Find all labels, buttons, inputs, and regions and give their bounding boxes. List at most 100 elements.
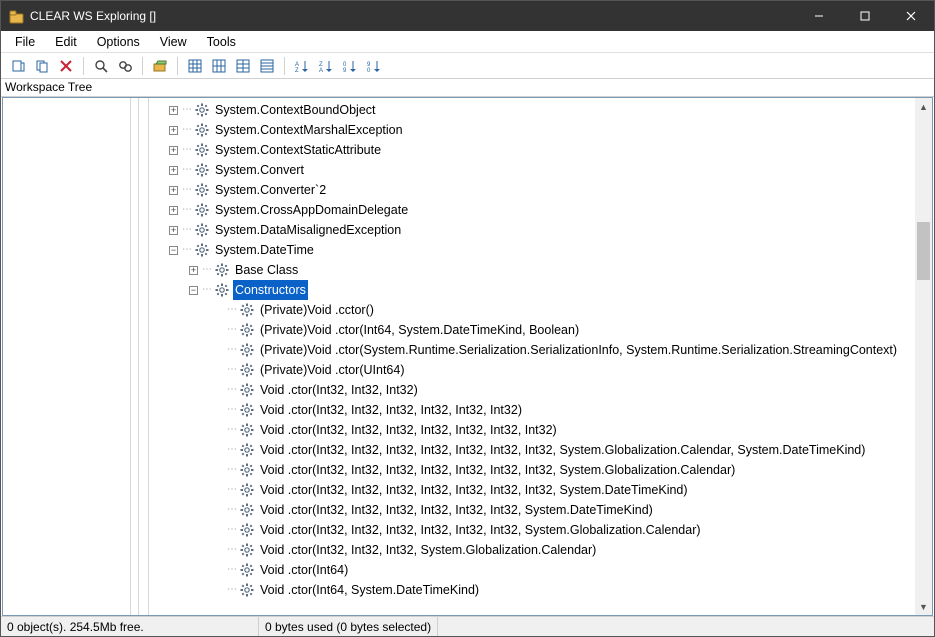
expand-icon[interactable]: + [169,106,178,115]
tree-guide: ⋯ [227,400,236,420]
delete-icon[interactable] [55,55,77,77]
gear-icon [195,183,209,197]
table4-icon[interactable] [256,55,278,77]
grid-icon[interactable] [184,55,206,77]
menu-edit[interactable]: Edit [45,33,87,51]
tree-guide: ⋯ [227,320,236,340]
status-objects: 0 object(s). 254.5Mb free. [1,617,259,636]
sort-num-desc-icon[interactable]: 90 [363,55,385,77]
tree-item[interactable]: ⋯ (Private)Void .cctor() [149,300,915,320]
tree-item[interactable]: ⋯Void .ctor(Int32, Int32, Int32, Int32, … [149,460,915,480]
expand-icon[interactable]: + [169,206,178,215]
tree-label: Void .ctor(Int32, Int32, Int32, Int32, I… [258,420,559,440]
menu-view[interactable]: View [150,33,197,51]
tree-label: Void .ctor(Int32, Int32, Int32) [258,380,420,400]
menu-tools[interactable]: Tools [197,33,246,51]
tree-item[interactable]: +⋯System.DataMisalignedException [149,220,915,240]
svg-text:Z: Z [295,68,299,73]
copy-icon[interactable] [31,55,53,77]
tree-item[interactable]: −⋯System.DateTime [149,240,915,260]
gear-icon [240,463,254,477]
tree-guide: ⋯ [202,260,211,280]
tree-item[interactable]: +⋯System.Convert [149,160,915,180]
tree-item[interactable]: + ⋯ Base Class [149,260,915,280]
close-button[interactable] [888,1,934,31]
gear-icon [195,203,209,217]
tree-view[interactable]: +⋯System.ContextBoundObject+⋯System.Cont… [2,97,933,616]
tree-item[interactable]: +⋯System.ContextMarshalException [149,120,915,140]
expand-icon[interactable]: + [169,146,178,155]
tree-item[interactable]: ⋯(Private)Void .ctor(UInt64) [149,360,915,380]
tree-label: Void .ctor(Int32, Int32, Int32, Int32, I… [258,400,524,420]
expand-icon[interactable]: + [169,186,178,195]
panel-title: Workspace Tree [1,79,934,97]
tree-item[interactable]: ⋯Void .ctor(Int32, Int32, Int32, Int32, … [149,520,915,540]
search-icon[interactable] [90,55,112,77]
sort-asc-icon[interactable]: AZ [291,55,313,77]
tree-item[interactable]: ⋯Void .ctor(Int32, Int32, Int32, Int32, … [149,440,915,460]
replace-icon[interactable] [114,55,136,77]
tree-item[interactable]: ⋯Void .ctor(Int32, Int32, Int32, Int32, … [149,480,915,500]
gutter [139,98,149,615]
tree-item[interactable]: ⋯Void .ctor(Int32, Int32, Int32) [149,380,915,400]
scrollbar-thumb[interactable] [917,222,930,280]
gear-icon [195,103,209,117]
tree-item[interactable]: ⋯Void .ctor(Int32, Int32, Int32, System.… [149,540,915,560]
tree-guide: ⋯ [227,580,236,600]
expand-icon[interactable]: + [169,226,178,235]
gutter [3,98,131,615]
open-icon[interactable] [149,55,171,77]
table2-icon[interactable] [208,55,230,77]
gear-icon [240,563,254,577]
refresh-icon[interactable] [7,55,29,77]
expand-icon[interactable]: + [169,126,178,135]
tree-guide: ⋯ [182,140,191,160]
tree-item[interactable]: ⋯Void .ctor(Int64, System.DateTimeKind) [149,580,915,600]
tree-label: (Private)Void .ctor(UInt64) [258,360,407,380]
tree-label: Base Class [233,260,300,280]
svg-text:9: 9 [343,68,347,73]
tree-item[interactable]: ⋯Void .ctor(Int32, Int32, Int32, Int32, … [149,500,915,520]
gear-icon [195,163,209,177]
tree-item[interactable]: +⋯System.ContextStaticAttribute [149,140,915,160]
tree-item[interactable]: +⋯System.CrossAppDomainDelegate [149,200,915,220]
gear-icon [240,483,254,497]
tree-label: (Private)Void .cctor() [258,300,376,320]
tree-item[interactable]: ⋯Void .ctor(Int32, Int32, Int32, Int32, … [149,420,915,440]
tree-item[interactable]: +⋯System.Converter`2 [149,180,915,200]
gear-icon [240,343,254,357]
menu-file[interactable]: File [5,33,45,51]
toolbar-separator [284,57,285,75]
minimize-button[interactable] [796,1,842,31]
toolbar-separator [142,57,143,75]
tree-item-constructors[interactable]: −⋯Constructors [149,280,915,300]
maximize-button[interactable] [842,1,888,31]
expand-icon[interactable]: + [189,266,198,275]
tree-item[interactable]: ⋯Void .ctor(Int64) [149,560,915,580]
gear-icon [195,243,209,257]
collapse-icon[interactable]: − [169,246,178,255]
tree-guide: ⋯ [227,500,236,520]
tree-item[interactable]: ⋯(Private)Void .ctor(System.Runtime.Seri… [149,340,915,360]
collapse-icon[interactable]: − [189,286,198,295]
sort-desc-icon[interactable]: ZA [315,55,337,77]
vertical-scrollbar[interactable]: ▲ ▼ [915,98,932,615]
tree-item[interactable]: ⋯(Private)Void .ctor(Int64, System.DateT… [149,320,915,340]
tree-guide: ⋯ [182,200,191,220]
scroll-up-icon[interactable]: ▲ [915,98,932,115]
scroll-down-icon[interactable]: ▼ [915,598,932,615]
tree-item[interactable]: ⋯ Void .ctor(Int32, Int32, Int32, Int32, … [149,400,915,420]
tree-guide: ⋯ [227,540,236,560]
tree-guide: ⋯ [227,300,236,320]
menu-options[interactable]: Options [87,33,150,51]
titlebar: CLEAR WS Exploring [] [1,1,934,31]
gear-icon [240,423,254,437]
table3-icon[interactable] [232,55,254,77]
svg-text:0: 0 [367,68,371,73]
tree-item[interactable]: +⋯System.ContextBoundObject [149,100,915,120]
gear-icon [215,283,229,297]
expand-icon[interactable]: + [169,166,178,175]
tree-guide: ⋯ [227,480,236,500]
tree-guide: ⋯ [182,160,191,180]
sort-num-asc-icon[interactable]: 09 [339,55,361,77]
